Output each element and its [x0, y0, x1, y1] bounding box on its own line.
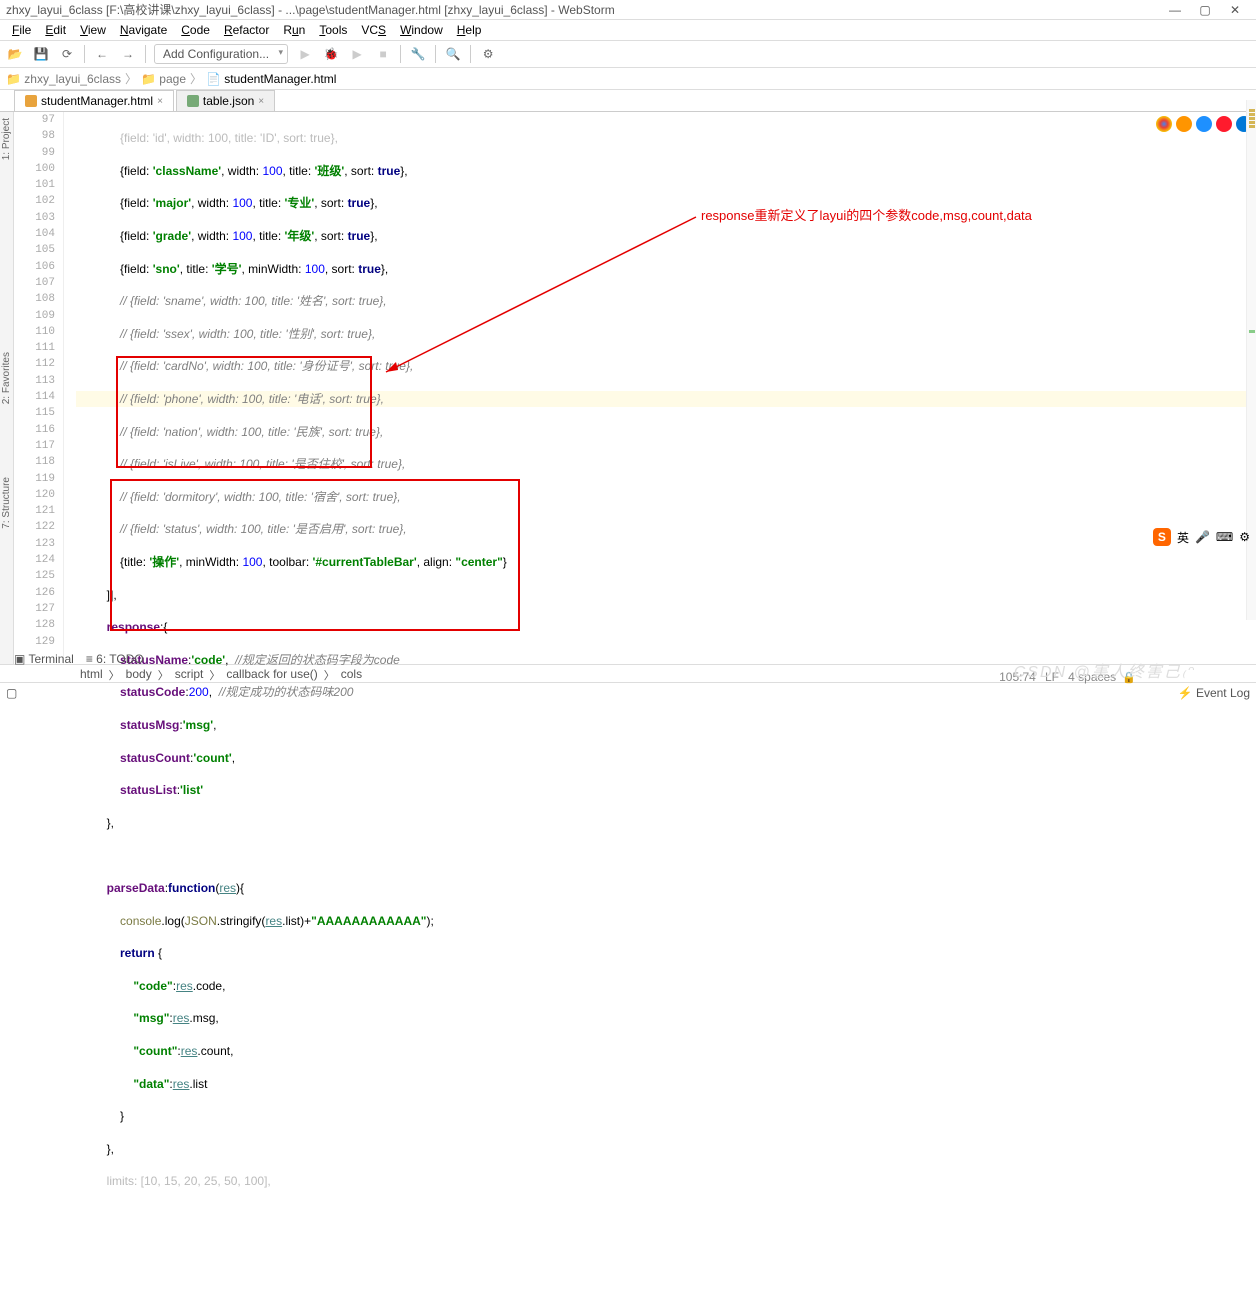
html-file-icon — [25, 95, 37, 107]
terminal-tab[interactable]: ▣ Terminal — [14, 652, 74, 666]
coverage-icon: ▶ — [348, 45, 366, 63]
menu-run[interactable]: Run — [277, 21, 311, 39]
menu-file[interactable]: File — [6, 21, 37, 39]
menu-bar: File Edit View Navigate Code Refactor Ru… — [0, 20, 1256, 40]
toolbar: 📂 💾 ⟳ ← → Add Configuration... ▶ 🐞 ▶ ■ 🔧… — [0, 40, 1256, 68]
search-icon[interactable]: 🔍 — [444, 45, 462, 63]
bottom-tool-tabs: ▣ Terminal ≡ 6: TODO — [14, 652, 144, 666]
annotation-text: response重新定义了layui的四个参数code,msg,count,da… — [701, 208, 1032, 224]
menu-view[interactable]: View — [74, 21, 112, 39]
editor-tabs: studentManager.html× table.json× — [0, 90, 1256, 112]
ime-settings-icon[interactable]: ⚙ — [1239, 530, 1250, 544]
ime-toolbar[interactable]: S 英 🎤 ⌨ ⚙ — [1153, 528, 1250, 546]
safari-icon[interactable] — [1196, 116, 1212, 132]
line-gutter: 9798991001011021031041051061071081091101… — [14, 112, 64, 664]
close-tab-icon[interactable]: × — [157, 96, 163, 107]
tab-studentmanager[interactable]: studentManager.html× — [14, 90, 174, 111]
menu-help[interactable]: Help — [451, 21, 488, 39]
forward-icon[interactable]: → — [119, 45, 137, 63]
todo-tab[interactable]: ≡ 6: TODO — [86, 652, 144, 666]
title-bar: zhxy_layui_6class [F:\高校讲课\zhxy_layui_6c… — [0, 0, 1256, 20]
debug-icon: 🐞 — [322, 45, 340, 63]
status-icon[interactable]: ▢ — [6, 686, 17, 700]
sync-icon[interactable]: ⟳ — [58, 45, 76, 63]
menu-window[interactable]: Window — [394, 21, 449, 39]
code-editor[interactable]: {field: 'id', width: 100, title: 'ID', s… — [76, 112, 1256, 664]
project-tool[interactable]: 1: Project — [0, 112, 13, 166]
menu-vcs[interactable]: VCS — [355, 21, 392, 39]
menu-edit[interactable]: Edit — [39, 21, 72, 39]
maximize-button[interactable]: ▢ — [1190, 3, 1220, 17]
ime-sogou-icon[interactable]: S — [1153, 528, 1171, 546]
tool-icon[interactable]: 🔧 — [409, 45, 427, 63]
nav-root[interactable]: 📁 zhxy_layui_6class — [6, 72, 121, 86]
back-icon[interactable]: ← — [93, 45, 111, 63]
ime-mic-icon[interactable]: 🎤 — [1195, 530, 1210, 544]
ime-keyboard-icon[interactable]: ⌨ — [1216, 530, 1233, 544]
close-tab-icon[interactable]: × — [258, 96, 264, 107]
left-sidebar: 1: Project 2: Favorites 7: Structure — [0, 112, 14, 664]
save-icon[interactable]: 💾 — [32, 45, 50, 63]
tab-tablejson[interactable]: table.json× — [176, 90, 275, 111]
nav-file[interactable]: 📄 studentManager.html — [206, 72, 336, 86]
window-title: zhxy_layui_6class [F:\高校讲课\zhxy_layui_6c… — [6, 1, 615, 18]
watermark: CSDN @害人终害己₍ᵔ — [1014, 658, 1196, 682]
nav-bar: 📁 zhxy_layui_6class 〉 📁 page 〉 📄 student… — [0, 68, 1256, 90]
open-icon[interactable]: 📂 — [6, 45, 24, 63]
favorites-tool[interactable]: 2: Favorites — [0, 346, 13, 410]
menu-tools[interactable]: Tools — [313, 21, 353, 39]
menu-code[interactable]: Code — [175, 21, 216, 39]
close-button[interactable]: ✕ — [1220, 3, 1250, 17]
json-file-icon — [187, 95, 199, 107]
browser-icons — [1156, 116, 1252, 132]
stop-icon: ■ — [374, 45, 392, 63]
settings-icon[interactable]: ⚙ — [479, 45, 497, 63]
firefox-icon[interactable] — [1176, 116, 1192, 132]
menu-refactor[interactable]: Refactor — [218, 21, 275, 39]
minimize-button[interactable]: — — [1160, 3, 1190, 17]
nav-folder[interactable]: 📁 page — [141, 72, 186, 86]
menu-navigate[interactable]: Navigate — [114, 21, 173, 39]
structure-tool[interactable]: 7: Structure — [0, 471, 13, 535]
add-configuration-dropdown[interactable]: Add Configuration... — [154, 44, 288, 64]
opera-icon[interactable] — [1216, 116, 1232, 132]
chrome-icon[interactable] — [1156, 116, 1172, 132]
run-icon: ▶ — [296, 45, 314, 63]
fold-column[interactable] — [64, 112, 76, 664]
